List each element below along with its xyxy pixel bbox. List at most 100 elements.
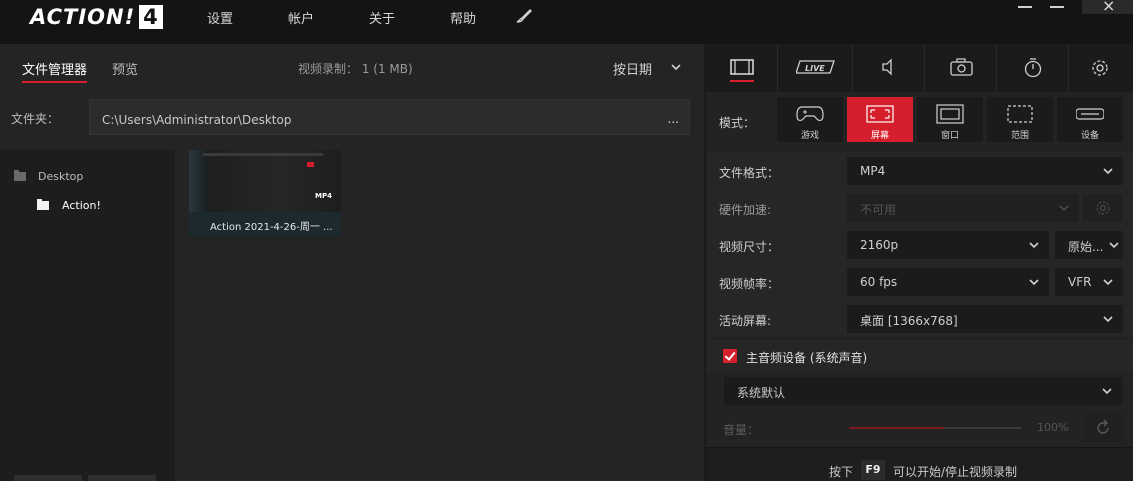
volume-value: 100% [1037,421,1069,434]
menu-help[interactable]: 帮助 [450,8,476,27]
browse-folder-button[interactable]: ... [668,112,679,126]
brush-icon[interactable] [514,6,534,26]
video-size-label: 视频尺寸： [719,240,780,254]
file-format-select[interactable]: MP4 [847,157,1123,185]
chevron-down-icon [1029,279,1039,286]
thumbnail-format-text: MP4 [315,192,332,200]
folder-tree: Desktop Action! [0,150,175,481]
mode-device-label: 设备 [1080,131,1099,141]
thumbnail-detail [203,153,323,156]
audio-device-value: 系统默认 [737,386,786,400]
chevron-down-icon [1059,205,1069,212]
svg-text:LIVE: LIVE [805,64,825,73]
folder-label: 文件夹： [11,112,60,126]
hardware-accel-label: 硬件加速: [719,203,772,217]
primary-audio-checkbox[interactable] [723,349,737,363]
folder-row: 文件夹： C:\Users\Administrator\Desktop ... [0,90,704,142]
mode-game-label: 游戏 [800,131,819,141]
video-size-select[interactable]: 2160p [847,231,1049,259]
mode-window-button[interactable]: 窗口 [917,97,983,142]
active-screen-value: 桌面 [1366x768] [860,314,958,328]
menu-account[interactable]: 帐户 [288,8,314,27]
mode-device-button[interactable]: 设备 [1057,97,1123,142]
chevron-down-icon [1103,279,1113,286]
primary-audio-row: 主音频设备 (系统声音) [706,340,1133,372]
mode-region-button[interactable]: 范围 [987,97,1053,142]
mode-region-label: 范围 [1010,131,1029,141]
mode-game-button[interactable]: 游戏 [777,97,843,142]
settings-tabs: LIVE [706,44,1133,92]
gear-icon [1096,201,1110,215]
file-grid: MP4 Action 2021-4-26-周一 ... [175,150,704,481]
framerate-select[interactable]: 60 fps [847,268,1049,296]
video-size-value: 2160p [860,238,899,252]
menu-settings[interactable]: 设置 [207,8,233,27]
hardware-accel-settings-button[interactable] [1083,194,1123,222]
tab-preview[interactable]: 预览 [112,59,138,78]
reset-icon [1097,419,1109,434]
tree-item-action[interactable]: Action! [62,199,101,212]
chevron-down-icon [1029,242,1039,249]
active-screen-select[interactable]: 桌面 [1366x768] [847,305,1123,333]
thumbnail-image: MP4 [189,150,341,212]
folder-path-field[interactable]: C:\Users\Administrator\Desktop ... [89,99,690,135]
tab-audio[interactable] [853,44,925,92]
chevron-down-icon[interactable] [669,60,683,74]
stopwatch-icon [1024,58,1042,78]
volume-label: 音量： [723,423,760,437]
mode-label: 模式： [719,116,756,130]
menu-about[interactable]: 关于 [369,8,395,27]
mode-window-label: 窗口 [940,131,959,141]
framerate-mode-select[interactable]: VFR [1055,268,1123,296]
hardware-accel-value: 不可用 [860,203,897,217]
scaling-select[interactable]: 原始... [1055,231,1123,259]
hardware-accel-select[interactable]: 不可用 [847,194,1079,222]
chevron-down-icon [1103,316,1113,323]
tab-timer[interactable] [997,44,1069,92]
tab-settings[interactable] [1069,44,1133,92]
mode-screen-button[interactable]: 屏幕 [847,97,913,142]
app-logo: ACTION! 4 [30,5,163,29]
file-format-value: MP4 [860,164,886,178]
active-screen-row: 活动屏幕: 桌面 [1366x768] [706,300,1133,337]
folder-path-text: C:\Users\Administrator\Desktop [102,113,292,127]
hotkey-hint: 按下 F9 可以开始/停止视频录制 [706,447,1133,481]
volume-slider[interactable] [849,427,1021,429]
tree-action-button[interactable] [14,475,82,481]
hotkey-badge: F9 [861,460,885,480]
tree-item-desktop[interactable]: Desktop [38,170,83,183]
folder-open-icon [37,199,49,210]
close-button[interactable]: × [1082,0,1133,15]
mode-screen-label: 屏幕 [870,131,889,141]
chevron-down-icon [1102,388,1112,395]
tab-screenshot[interactable] [925,44,997,92]
window-icon [936,104,964,124]
video-size-row: 视频尺寸： 2160p 原始... [706,226,1133,263]
volume-reset-button[interactable] [1083,414,1123,442]
device-icon [1076,108,1104,120]
audio-device-select[interactable]: 系统默认 [724,377,1122,405]
framerate-row: 视频帧率： 60 fps VFR [706,263,1133,300]
recording-count: 视频录制： 1 (1 MB) [298,62,413,76]
tab-video[interactable] [706,44,778,92]
framerate-value: 60 fps [860,275,898,289]
file-format-label: 文件格式： [719,166,780,180]
chevron-down-icon [1103,168,1113,175]
restore-icon[interactable] [1042,0,1072,14]
thumbnail-detail [307,162,314,167]
folder-icon [14,170,26,181]
minimize-icon[interactable] [1010,0,1040,14]
file-tabs-row: 文件管理器 预览 视频录制： 1 (1 MB) 按日期 [0,44,704,90]
tree-action-button[interactable] [88,475,156,481]
gear-icon [1092,60,1108,76]
active-screen-label: 活动屏幕: [719,314,772,328]
tab-file-manager[interactable]: 文件管理器 [22,59,88,83]
recording-settings-panel: LIVE 模式： 游戏 屏幕 窗口 范围 设备 文件格式： MP4 硬件加速: … [705,44,1133,481]
sort-dropdown[interactable]: 按日期 [613,59,652,78]
video-thumbnail[interactable]: MP4 Action 2021-4-26-周一 ... [189,150,341,236]
hint-suffix: 可以开始/停止视频录制 [893,465,1018,479]
tab-live[interactable]: LIVE [778,44,853,92]
primary-audio-label: 主音频设备 (系统声音) [746,351,868,365]
film-icon [730,59,754,75]
scaling-value: 原始... [1068,240,1104,254]
